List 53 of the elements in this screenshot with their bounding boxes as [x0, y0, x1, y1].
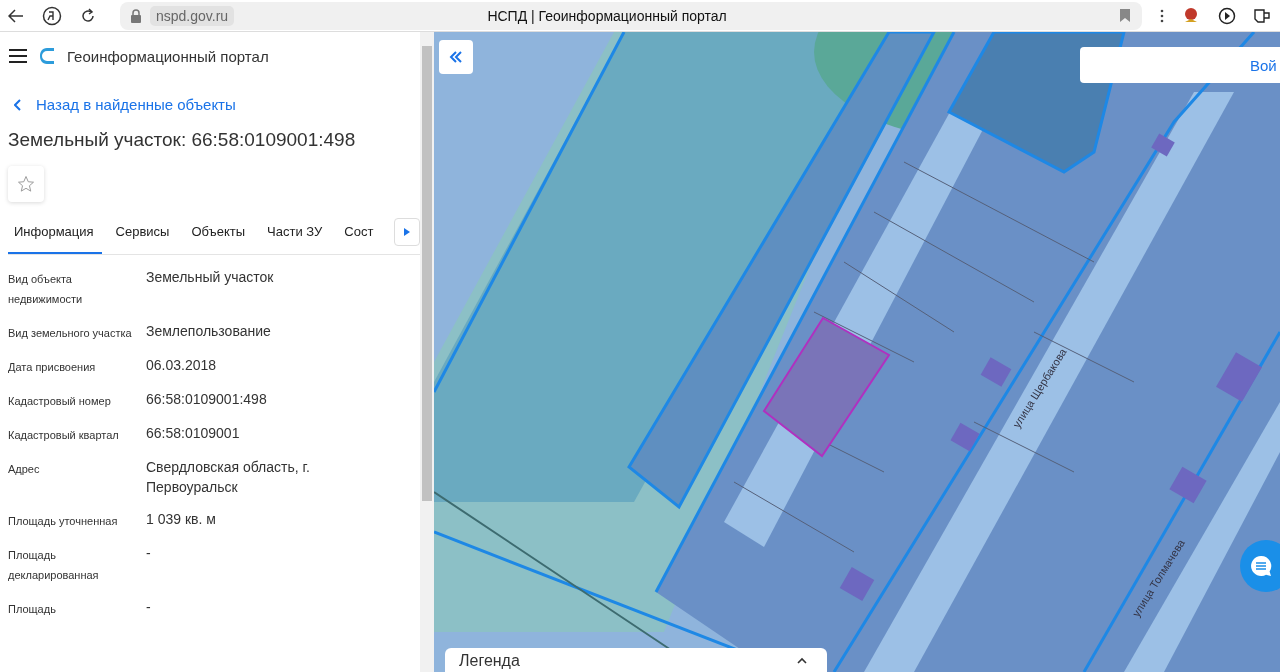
tab[interactable]: Сервисы: [109, 214, 178, 254]
star-icon: [17, 175, 35, 193]
address-bar[interactable]: nspd.gov.ru НСПД | Геоинформационный портал: [120, 1, 1142, 30]
property-value: -: [146, 544, 152, 563]
legend-panel[interactable]: Легенда: [445, 648, 827, 672]
property-label: Кадастровый номер: [8, 394, 112, 409]
collapse-panel-button[interactable]: [439, 40, 473, 74]
property-value: 1 039 кв. м: [146, 510, 217, 529]
property-value: -: [146, 598, 152, 617]
url-text: nspd.gov.ru: [150, 5, 235, 26]
property-value: Земельный участок: [146, 268, 275, 287]
lock-icon: [130, 8, 142, 23]
scrollbar[interactable]: [420, 32, 434, 672]
tabs-scroll-button[interactable]: [394, 218, 420, 246]
chat-icon: [1249, 554, 1273, 578]
map-drawing[interactable]: [434, 32, 1280, 672]
property-value: 66:58:0109001:498: [146, 390, 268, 409]
property-label: Вид земельного участка: [8, 326, 133, 341]
sidebar-icon[interactable]: [1254, 7, 1270, 24]
reload-icon[interactable]: [80, 7, 96, 24]
tab[interactable]: Информация: [8, 214, 102, 254]
legend-title: Легенда: [459, 652, 520, 670]
property-label: Площадь декларированная: [8, 548, 100, 583]
portal-logo-icon: [39, 47, 55, 65]
triangle-right-icon: [404, 228, 410, 236]
tab[interactable]: Части ЗУ: [261, 214, 331, 254]
property-label: Площадь уточненная: [8, 514, 119, 529]
tab[interactable]: Сост: [338, 214, 382, 254]
property-label: Дата присвоения: [8, 360, 97, 375]
play-icon[interactable]: [1218, 6, 1236, 25]
property-value: Землепользование: [146, 322, 272, 341]
property-value: Свердловская область, г. Первоуральск: [146, 458, 311, 497]
object-heading: Земельный участок: 66:58:0109001:498: [8, 129, 357, 151]
property-label: Кадастровый квартал: [8, 428, 120, 443]
login-button[interactable]: Вой: [1080, 47, 1280, 83]
property-value: 66:58:0109001: [146, 424, 241, 443]
double-chevron-left-icon: [449, 51, 463, 63]
tab[interactable]: Объекты: [185, 214, 254, 254]
chevron-up-icon[interactable]: [797, 657, 807, 665]
menu-icon[interactable]: [9, 49, 27, 63]
browser-logo-icon[interactable]: [42, 5, 62, 26]
extension-icon[interactable]: [1182, 6, 1200, 25]
page-title: НСПД | Геоинформационный портал: [486, 7, 728, 24]
back-link[interactable]: Назад в найденные объекты: [14, 96, 236, 113]
chevron-left-icon: [14, 98, 22, 111]
property-value: 06.03.2018: [146, 356, 218, 375]
property-label: Вид объекта недвижимости: [8, 272, 84, 307]
property-label: Адрес: [8, 462, 41, 477]
back-icon[interactable]: [8, 8, 24, 23]
more-icon[interactable]: [1160, 8, 1164, 23]
app-title: Геоинформационный портал: [67, 47, 269, 65]
property-label: Площадь: [8, 602, 57, 617]
bookmark-icon[interactable]: [1120, 9, 1130, 22]
